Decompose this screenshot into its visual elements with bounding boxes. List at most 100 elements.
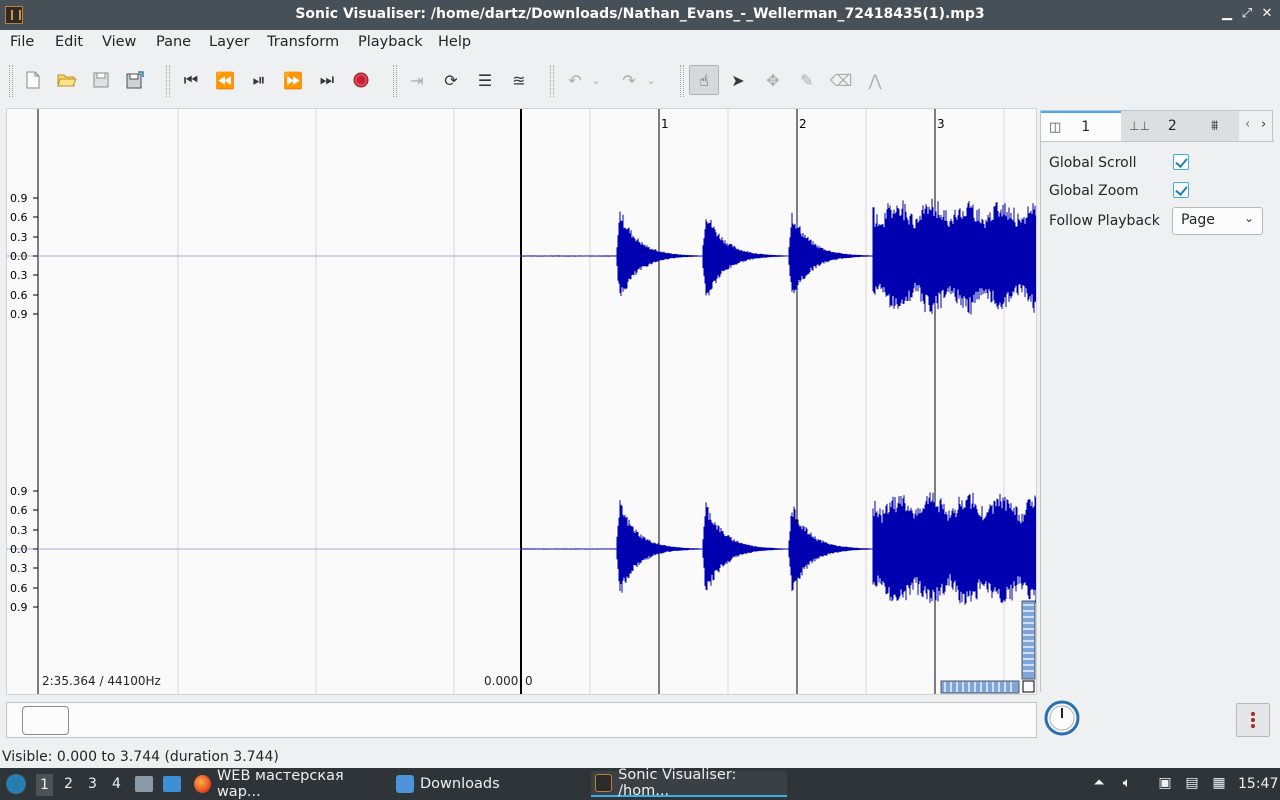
- tray-up-arrow-icon[interactable]: ⏶: [1090, 775, 1108, 793]
- overview-thumbnail[interactable]: [22, 706, 69, 735]
- scale-label: 0.9: [10, 192, 28, 205]
- menu-pane[interactable]: Pane: [156, 34, 191, 50]
- menu-file[interactable]: File: [10, 34, 34, 50]
- draw-icon[interactable]: ✎: [792, 65, 822, 95]
- rewind-icon[interactable]: ⏪: [210, 65, 240, 95]
- level-indicator[interactable]: [1236, 703, 1270, 737]
- rewind-start-icon[interactable]: ⏮: [176, 65, 206, 95]
- cursor-time: 0.000: [484, 674, 519, 688]
- ruler-label: 1: [661, 117, 669, 131]
- scale-label: 0.0: [10, 543, 28, 556]
- menu-bar: File Edit View Pane Layer Transform Play…: [0, 30, 1280, 56]
- erase-icon[interactable]: ⌫: [826, 65, 856, 95]
- global-scroll-checkbox[interactable]: [1173, 154, 1189, 170]
- sonic-visualiser-icon: [595, 774, 613, 792]
- toolbar-separator: [550, 65, 554, 97]
- task-downloads[interactable]: Downloads: [392, 771, 588, 797]
- redo-history-chevron-down-icon[interactable]: ⌄: [641, 65, 661, 95]
- workspace-3[interactable]: 3: [88, 776, 97, 792]
- normalize-icon[interactable]: ≊: [504, 65, 534, 95]
- ruler-icon: ⊥⊥: [1129, 119, 1150, 133]
- desktop-launcher-icon[interactable]: [163, 776, 181, 792]
- new-file-icon[interactable]: [18, 65, 48, 95]
- pane-icon: ◫: [1049, 119, 1062, 135]
- chevron-right-icon[interactable]: ›: [1261, 117, 1266, 132]
- scale-label: 0.9: [10, 601, 28, 614]
- properties-panel: ◫ 1 ⊥⊥ 2 ⩩ ‹ › Global Scroll Global Zoom…: [1040, 110, 1274, 693]
- network-icon[interactable]: ▣: [1156, 775, 1174, 793]
- title-bar: Sonic Visualiser: /home/dartz/Downloads/…: [0, 0, 1280, 30]
- taskbar: 1 2 3 4 WEB мастерская wap... Downloads …: [0, 767, 1280, 800]
- clock: 15:47: [1238, 776, 1279, 792]
- workspace-2[interactable]: 2: [64, 776, 73, 792]
- ruler-label: 2: [799, 117, 807, 131]
- scale-label: 0.3: [10, 562, 28, 575]
- tab-waveform[interactable]: ⩩: [1201, 111, 1239, 141]
- zoom-reset-box: [1022, 680, 1035, 693]
- fast-forward-icon[interactable]: ⏩: [278, 65, 308, 95]
- window-title: Sonic Visualiser: /home/dartz/Downloads/…: [295, 6, 985, 22]
- undo-history-chevron-down-icon[interactable]: ⌄: [586, 65, 606, 95]
- clipboard-icon[interactable]: ▤: [1183, 775, 1201, 793]
- workspace-4[interactable]: 4: [112, 776, 121, 792]
- menu-help[interactable]: Help: [438, 34, 471, 50]
- notifications-icon[interactable]: ▦: [1210, 775, 1228, 793]
- task-sonic-visualiser[interactable]: Sonic Visualiser: /hom...: [591, 767, 787, 799]
- global-zoom-checkbox[interactable]: [1173, 182, 1189, 198]
- menu-view[interactable]: View: [102, 34, 136, 50]
- tab-ruler-2[interactable]: ⊥⊥ 2: [1121, 111, 1201, 141]
- scale-label: 0.3: [10, 269, 28, 282]
- navigate-icon[interactable]: ☝: [689, 65, 719, 95]
- loop-icon[interactable]: ⟳: [436, 65, 466, 95]
- open-file-icon[interactable]: [52, 65, 82, 95]
- global-scroll-label: Global Scroll: [1049, 155, 1137, 171]
- task-firefox[interactable]: WEB мастерская wap...: [190, 768, 386, 800]
- menu-edit[interactable]: Edit: [55, 34, 83, 50]
- save-as-icon[interactable]: [120, 65, 150, 95]
- scale-label: 0.6: [10, 211, 28, 224]
- solo-icon[interactable]: ☰: [470, 65, 500, 95]
- toolbar-handle[interactable]: [9, 65, 13, 97]
- global-zoom-label: Global Zoom: [1049, 183, 1139, 199]
- workspace-1[interactable]: 1: [36, 774, 53, 796]
- scale-label: 0.9: [10, 308, 28, 321]
- menu-playback[interactable]: Playback: [358, 34, 423, 50]
- redo-icon[interactable]: ↷: [614, 65, 644, 95]
- waveform-canvas[interactable]: 1 2 3 0.9 0.6 0.3 0.0 0.3 0.6 0.9 0.9 0.6 0.3 0.0 0.3 0…: [7, 109, 1037, 695]
- zoom-dial[interactable]: [1043, 700, 1083, 738]
- scale-label: 0.3: [10, 231, 28, 244]
- move-icon[interactable]: ✥: [758, 65, 788, 95]
- play-pause-icon[interactable]: ⏯: [244, 65, 274, 95]
- follow-playback-select[interactable]: Page ⌄: [1172, 207, 1263, 235]
- waveform-channel: [520, 492, 1036, 605]
- close-icon[interactable]: ✕: [1258, 5, 1276, 23]
- volume-icon[interactable]: 🔈︎: [1118, 775, 1136, 793]
- start-menu-icon[interactable]: [6, 774, 26, 794]
- overview-bar[interactable]: [6, 702, 1037, 738]
- scale-label: 0.6: [10, 289, 28, 302]
- maximize-icon[interactable]: ⤢: [1238, 5, 1256, 23]
- waveform-icon: ⩩: [1211, 118, 1219, 134]
- waveform-pane[interactable]: 1 2 3 0.9 0.6 0.3 0.0 0.3 0.6 0.9 0.9 0.6 0.3 0.0 0.3 0…: [6, 108, 1037, 695]
- folder-icon: [396, 775, 414, 793]
- minimize-icon[interactable]: ▁: [1218, 5, 1236, 23]
- toolbar: ⏮ ⏪ ⏯ ⏩ ⏭ ⇥ ⟳ ☰ ≊ ↶ ⌄ ↷ ⌄ ☝ ➤ ✥ ✎ ⌫ ⋀: [0, 57, 1280, 103]
- property-tab-body: Global Scroll Global Zoom Follow Playbac…: [1041, 141, 1274, 693]
- scale-label: 0.6: [10, 504, 28, 517]
- files-launcher-icon[interactable]: [135, 776, 153, 792]
- measure-icon[interactable]: ⋀: [860, 65, 890, 95]
- waveform-channel: [520, 198, 1036, 315]
- fast-forward-end-icon[interactable]: ⏭: [312, 65, 342, 95]
- menu-transform[interactable]: Transform: [267, 34, 339, 50]
- menu-layer[interactable]: Layer: [209, 34, 249, 50]
- save-file-icon[interactable]: [86, 65, 116, 95]
- select-icon[interactable]: ➤: [723, 65, 753, 95]
- toolbar-separator: [393, 65, 397, 97]
- play-selection-icon[interactable]: ⇥: [402, 65, 432, 95]
- chevron-left-icon[interactable]: ‹: [1245, 117, 1250, 132]
- cursor-frame: 0: [525, 674, 533, 688]
- record-icon[interactable]: [346, 65, 376, 95]
- tab-pane-1[interactable]: ◫ 1: [1041, 111, 1121, 141]
- property-tabs: ◫ 1 ⊥⊥ 2 ⩩ ‹ ›: [1041, 111, 1274, 141]
- scale-label: 0.6: [10, 582, 28, 595]
